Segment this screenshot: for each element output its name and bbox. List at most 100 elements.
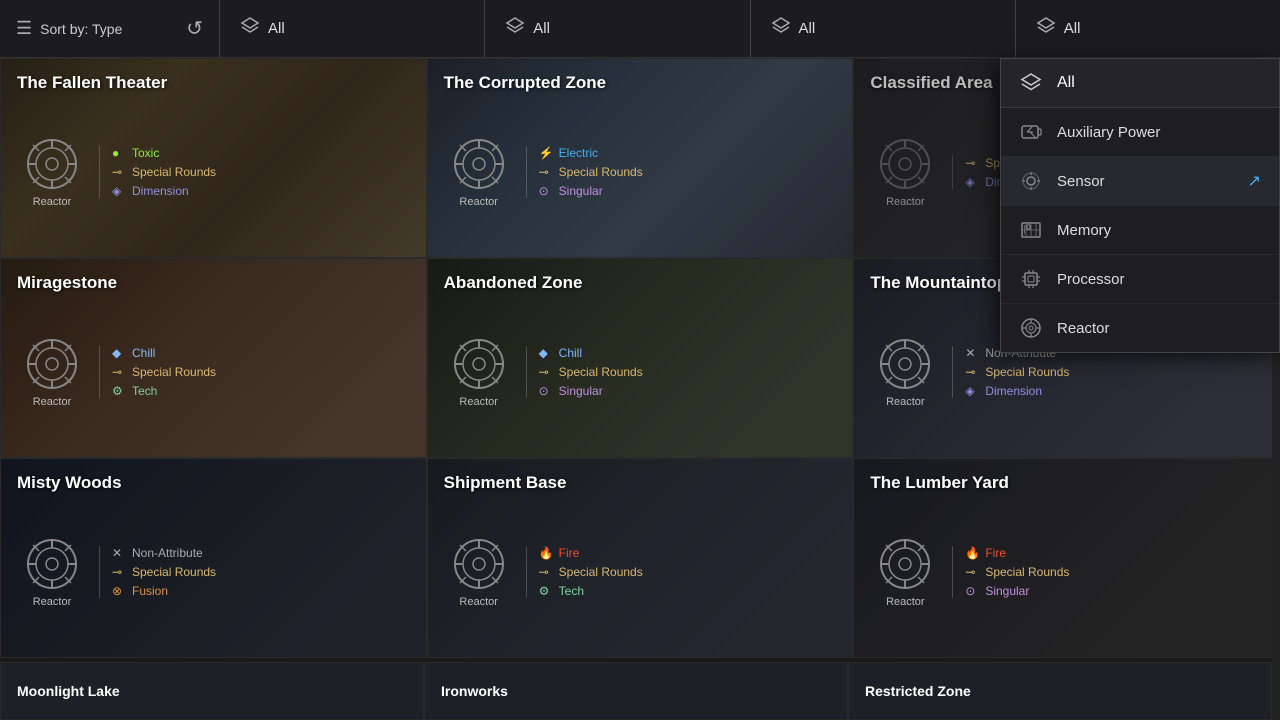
reactor-container-7: Reactor [17,536,87,608]
map-stats-5: ◆ Chill ⊸ Special Rounds ⊙ Singular [526,346,643,398]
stat-text: Chill [559,346,582,360]
stat-row: ◆ Chill [539,346,643,360]
reactor-container-1: Reactor [17,136,87,208]
map-card-misty-woods[interactable]: Misty Woods [0,458,427,658]
map-stats-9: 🔥 Fire ⊸ Special Rounds ⊙ Singular [952,546,1069,598]
filter-label-2: All [533,20,550,37]
stat-text: Non-Attribute [132,546,203,560]
stat-row: ⊸ Special Rounds [112,565,216,579]
stat-row: ⊸ Special Rounds [965,565,1069,579]
stat-row: ◆ Chill [112,346,216,360]
stat-text: Special Rounds [985,565,1069,579]
map-card-ironworks-partial[interactable]: Ironworks [424,662,848,720]
map-card-lumber-yard[interactable]: The Lumber Yard [853,458,1280,658]
reactor-container-8: Reactor [444,536,514,608]
sort-label: Sort by: Type [40,21,122,37]
map-title-miragestone: Miragestone [17,273,410,293]
map-title-ironworks: Ironworks [441,683,508,699]
reactor-container-3: Reactor [870,136,940,208]
noattr-icon: ✕ [112,546,126,560]
special-icon: ⊸ [539,565,553,579]
sensor-icon [1019,169,1043,193]
electric-icon: ⚡ [539,146,553,160]
dropdown-item-sensor[interactable]: Sensor ↗ [1001,157,1279,206]
battery-icon [1019,120,1043,144]
map-title-misty-woods: Misty Woods [17,473,410,493]
dropdown-item-processor[interactable]: Processor [1001,255,1279,304]
filter-label-4: All [1064,20,1081,37]
dim-icon: ◈ [112,184,126,198]
reset-button[interactable]: ↺ [186,16,203,41]
reactor-label-3: Reactor [886,196,925,208]
stat-row: ◈ Dimension [965,384,1069,398]
stat-text: Electric [559,146,598,160]
dropdown-label-auxiliary-power: Auxiliary Power [1057,124,1261,141]
map-card-shipment-base[interactable]: Shipment Base [427,458,854,658]
filter-section-2[interactable]: All [485,0,750,57]
tech-icon: ⚙ [112,384,126,398]
chill-icon: ◆ [539,346,553,360]
special-icon: ⊸ [965,156,979,170]
map-card-miragestone[interactable]: Miragestone [0,258,427,458]
layers-icon-2 [505,16,525,41]
stat-text: Special Rounds [132,565,216,579]
stat-text: Singular [985,584,1029,598]
stat-row: ⊸ Special Rounds [965,365,1069,379]
map-card-abandoned-zone[interactable]: Abandoned Zone [427,258,854,458]
special-icon: ⊸ [539,365,553,379]
map-stats-4: ◆ Chill ⊸ Special Rounds ⚙ Tech [99,346,216,398]
map-card-fallen-theater[interactable]: The Fallen Theater [0,58,427,258]
reactor-container-5: Reactor [444,336,514,408]
dim-icon: ◈ [965,384,979,398]
stat-text: Fire [985,546,1006,560]
dropdown-label-reactor: Reactor [1057,320,1261,337]
dropdown-item-reactor[interactable]: Reactor [1001,304,1279,352]
layers-all-icon [1019,71,1043,95]
stat-row: ● Toxic [112,146,216,160]
map-stats-1: ● Toxic ⊸ Special Rounds ◈ Dimension [99,146,216,198]
toxic-icon: ● [112,146,126,160]
stat-text: Special Rounds [559,165,643,179]
special-icon: ⊸ [965,565,979,579]
map-title-abandoned-zone: Abandoned Zone [444,273,837,293]
dropdown-label-memory: Memory [1057,222,1261,239]
stat-text: Singular [559,184,603,198]
map-title-restricted-zone: Restricted Zone [865,683,971,699]
filter-dropdown: All Auxiliary Power Sens [1000,58,1280,353]
reactor-label-8: Reactor [459,596,498,608]
reactor-container-6: Reactor [870,336,940,408]
stat-row: ⊸ Special Rounds [539,365,643,379]
dropdown-item-memory[interactable]: Memory [1001,206,1279,255]
filter-label-1: All [268,20,285,37]
filter-section-3[interactable]: All [751,0,1016,57]
reactor-icon-9 [877,536,933,592]
sort-section[interactable]: ☰ Sort by: Type ↺ [0,0,220,57]
reactor-icon-3 [877,136,933,192]
reactor-icon-4 [24,336,80,392]
reactor-label-6: Reactor [886,396,925,408]
fire-icon: 🔥 [539,546,553,560]
memory-icon [1019,218,1043,242]
map-card-restricted-zone-partial[interactable]: Restricted Zone [848,662,1272,720]
stat-row: ⊙ Singular [539,184,643,198]
stat-row: ⊗ Fusion [112,584,216,598]
map-title-shipment-base: Shipment Base [444,473,837,493]
reactor-icon-5 [451,336,507,392]
stat-text: Tech [132,384,157,398]
stat-row: ⊙ Singular [965,584,1069,598]
bottom-row: Moonlight Lake Ironworks Restricted Zone [0,662,1272,720]
map-title-moonlight-lake: Moonlight Lake [17,683,120,699]
filter-section-4[interactable]: All [1016,0,1280,57]
map-card-corrupted-zone[interactable]: The Corrupted Zone [427,58,854,258]
stat-row: ⊸ Special Rounds [539,165,643,179]
dropdown-item-auxiliary-power[interactable]: Auxiliary Power [1001,108,1279,157]
dropdown-item-all[interactable]: All [1001,59,1279,108]
map-card-moonlight-lake-partial[interactable]: Moonlight Lake [0,662,424,720]
map-title-corrupted-zone: The Corrupted Zone [444,73,837,93]
special-icon: ⊸ [112,365,126,379]
fire-icon: 🔥 [965,546,979,560]
reactor-icon-8 [451,536,507,592]
stat-row: 🔥 Fire [965,546,1069,560]
filter-section-1[interactable]: All [220,0,485,57]
stat-row: ⊙ Singular [539,384,643,398]
